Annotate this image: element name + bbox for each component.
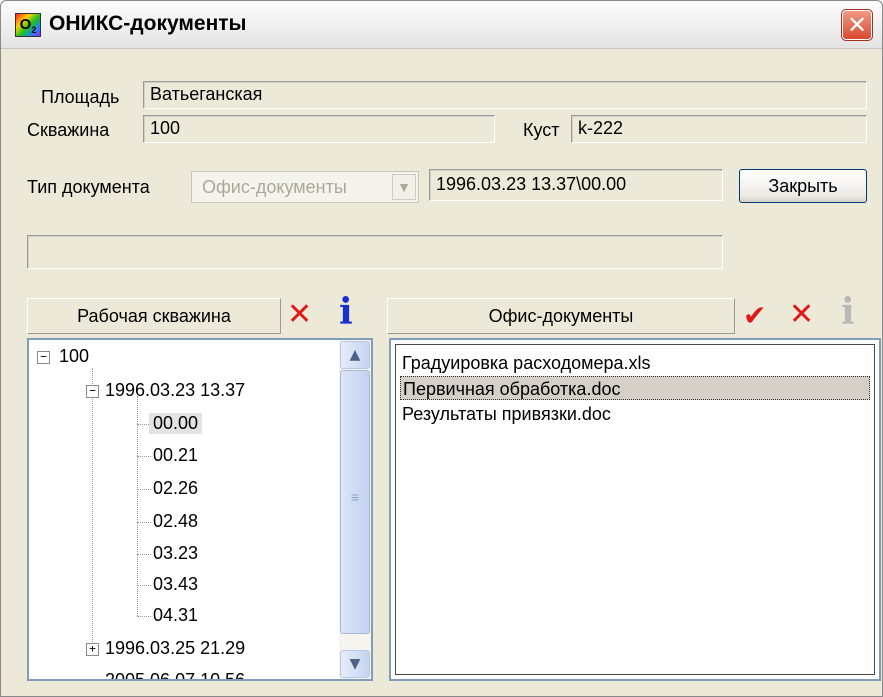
tree-node-survey-3[interactable]: 2005.06.07 10.56 xyxy=(105,670,245,679)
delete-well-icon[interactable]: ✕ xyxy=(287,297,312,332)
scroll-thumb[interactable]: ≡ xyxy=(340,370,370,634)
document-path-field: 1996.03.23 13.37\00.00 xyxy=(429,169,723,201)
list-item[interactable]: Градуировка расходомера.xls xyxy=(402,351,651,375)
tree-connector xyxy=(137,616,151,617)
tree-leaf-0000[interactable]: 00.00 xyxy=(149,413,203,434)
working-well-header: Рабочая скважина xyxy=(27,298,281,334)
pad-label: Куст xyxy=(523,120,560,140)
delete-document-icon[interactable]: ✕ xyxy=(789,297,814,332)
well-label: Скважина xyxy=(27,120,110,140)
tree-leaf[interactable]: 04.31 xyxy=(153,605,198,626)
tree-connector xyxy=(137,456,151,457)
tree-connector xyxy=(137,396,138,616)
well-tree[interactable]: − 100 − 1996.03.23 13.37 00.00 00.21 02.… xyxy=(27,338,373,681)
tree-connector xyxy=(137,585,151,586)
tree-connector xyxy=(92,368,93,648)
tree-leaf[interactable]: 03.43 xyxy=(153,574,198,595)
tree-connector xyxy=(137,522,151,523)
office-documents-list[interactable]: Градуировка расходомера.xls Первичная об… xyxy=(389,338,881,681)
well-field: 100 xyxy=(143,115,495,143)
document-info-icon: i xyxy=(841,291,855,333)
well-info-icon[interactable]: i xyxy=(339,291,353,333)
tree-node-root[interactable]: 100 xyxy=(59,346,89,367)
tree-leaf[interactable]: 03.23 xyxy=(153,543,198,564)
close-button[interactable]: Закрыть xyxy=(739,169,867,203)
expand-icon[interactable]: + xyxy=(86,643,99,656)
window-title: ОНИКС-документы xyxy=(49,12,247,35)
area-label: Площадь xyxy=(41,87,120,107)
title-bar[interactable]: O2 ОНИКС-документы ✕ xyxy=(1,1,882,49)
status-field xyxy=(27,235,723,269)
collapse-icon[interactable]: − xyxy=(86,385,99,398)
tree-scrollbar[interactable]: ▲ ≡ ▼ xyxy=(339,340,371,679)
office-documents-header: Офис-документы xyxy=(387,298,735,334)
collapse-icon[interactable]: − xyxy=(37,351,50,364)
list-item-selected[interactable]: Первичная обработка.doc xyxy=(400,376,870,400)
tree-connector xyxy=(137,554,151,555)
document-window: O2 ОНИКС-документы ✕ Площадь Ватьеганска… xyxy=(0,0,883,697)
scroll-down-button[interactable]: ▼ xyxy=(340,650,370,678)
app-logo-icon: O2 xyxy=(15,13,41,37)
tree-node-survey-1[interactable]: 1996.03.23 13.37 xyxy=(105,380,245,401)
tree-connector xyxy=(137,489,151,490)
tree-node-survey-2[interactable]: 1996.03.25 21.29 xyxy=(105,638,245,659)
scroll-up-button[interactable]: ▲ xyxy=(340,341,370,369)
list-item[interactable]: Результаты привязки.doc xyxy=(402,402,611,426)
tree-leaf[interactable]: 00.21 xyxy=(153,445,198,466)
area-field: Ватьеганская xyxy=(143,81,867,109)
doctype-select[interactable]: Офис-документы ▼ xyxy=(191,171,419,203)
tree-leaf[interactable]: 02.26 xyxy=(153,478,198,499)
doctype-select-value: Офис-документы xyxy=(202,177,347,197)
doctype-label: Тип документа xyxy=(27,177,150,197)
close-window-button[interactable]: ✕ xyxy=(841,9,873,41)
check-icon[interactable]: ✔ xyxy=(743,299,766,332)
tree-leaf[interactable]: 02.48 xyxy=(153,511,198,532)
list-frame: Градуировка расходомера.xls Первичная об… xyxy=(395,344,875,675)
pad-field: k-222 xyxy=(571,115,867,143)
chevron-down-icon[interactable]: ▼ xyxy=(392,174,416,200)
